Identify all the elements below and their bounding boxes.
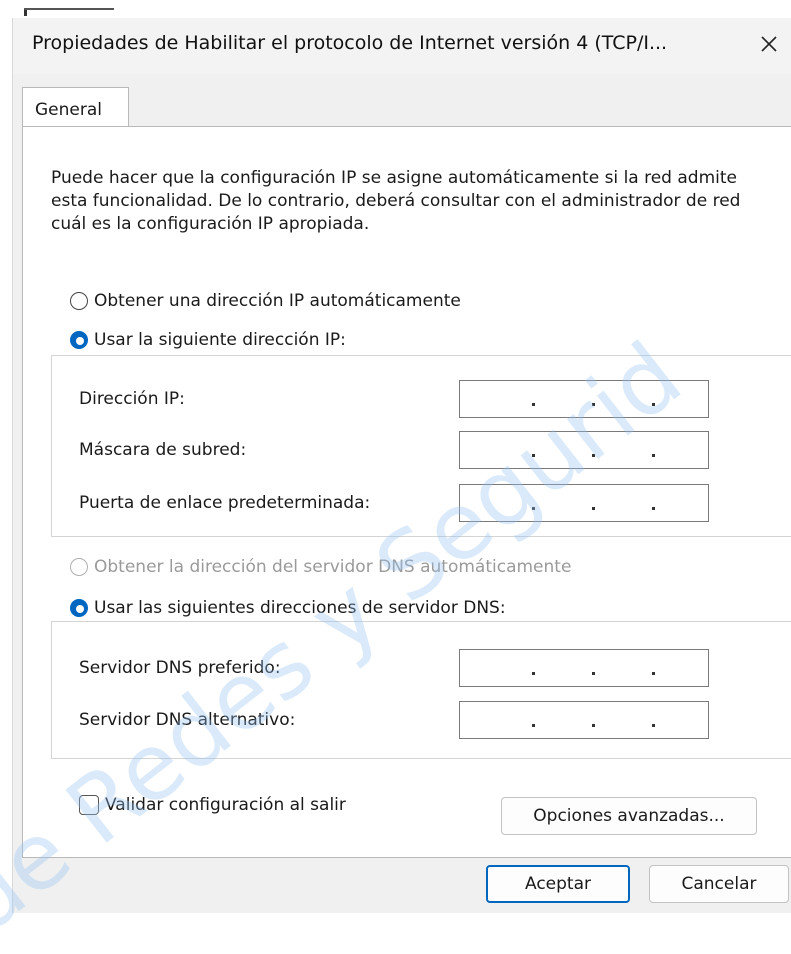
ip-address-label: Dirección IP: (79, 389, 185, 409)
background-window-edge (24, 8, 114, 10)
octet-separator (592, 672, 595, 675)
octet-separator (592, 403, 595, 406)
tcpip-properties-dialog: Propiedades de Habilitar el protocolo de… (12, 18, 791, 913)
radio-obtain-dns-auto[interactable]: Obtener la dirección del servidor DNS au… (70, 557, 582, 577)
checkbox-icon (79, 795, 99, 815)
default-gateway-label: Puerta de enlace predeterminada: (79, 493, 371, 513)
validate-on-exit-checkbox[interactable]: Validar configuración al salir (79, 795, 346, 815)
default-gateway-input[interactable] (459, 484, 709, 522)
tab-general[interactable]: General (22, 87, 129, 127)
radio-label: Usar las siguientes direcciones de servi… (94, 598, 506, 618)
octet-separator (652, 507, 655, 510)
octet-separator (532, 724, 535, 727)
octet-separator (532, 507, 535, 510)
octet-separator (652, 454, 655, 457)
octet-separator (592, 454, 595, 457)
close-icon (759, 34, 779, 59)
background-strip (0, 0, 791, 18)
advanced-options-button[interactable]: Opciones avanzadas... (501, 797, 757, 835)
octet-separator (592, 507, 595, 510)
subnet-mask-input[interactable] (459, 431, 709, 469)
radio-label: Obtener una dirección IP automáticamente (94, 291, 461, 311)
octet-separator (532, 403, 535, 406)
title-bar: Propiedades de Habilitar el protocolo de… (13, 18, 791, 74)
general-tab-panel: Puede hacer que la configuración IP se a… (22, 126, 791, 858)
radio-use-ip-manual[interactable]: Usar la siguiente dirección IP: (70, 330, 356, 350)
radio-label: Usar la siguiente dirección IP: (94, 330, 346, 350)
checkbox-label: Validar configuración al salir (105, 795, 346, 815)
octet-separator (652, 403, 655, 406)
preferred-dns-input[interactable] (459, 649, 709, 687)
ok-button[interactable]: Aceptar (486, 865, 630, 903)
octet-separator (532, 454, 535, 457)
radio-label: Obtener la dirección del servidor DNS au… (94, 557, 572, 577)
subnet-mask-label: Máscara de subred: (79, 440, 247, 460)
close-button[interactable] (746, 24, 791, 68)
cancel-button[interactable]: Cancelar (649, 865, 789, 903)
dialog-title: Propiedades de Habilitar el protocolo de… (32, 32, 668, 54)
octet-separator (652, 724, 655, 727)
description-text: Puede hacer que la configuración IP se a… (51, 168, 741, 234)
radio-use-dns-manual[interactable]: Usar las siguientes direcciones de servi… (70, 598, 516, 618)
octet-separator (532, 672, 535, 675)
alternate-dns-label: Servidor DNS alternativo: (79, 710, 296, 730)
octet-separator (652, 672, 655, 675)
radio-obtain-ip-auto[interactable]: Obtener una dirección IP automáticamente (70, 291, 471, 311)
radio-icon (70, 331, 88, 349)
radio-icon (70, 292, 88, 310)
octet-separator (592, 724, 595, 727)
preferred-dns-label: Servidor DNS preferido: (79, 658, 281, 678)
alternate-dns-input[interactable] (459, 701, 709, 739)
radio-icon (70, 599, 88, 617)
radio-icon (70, 558, 88, 576)
ip-address-input[interactable] (459, 380, 709, 418)
